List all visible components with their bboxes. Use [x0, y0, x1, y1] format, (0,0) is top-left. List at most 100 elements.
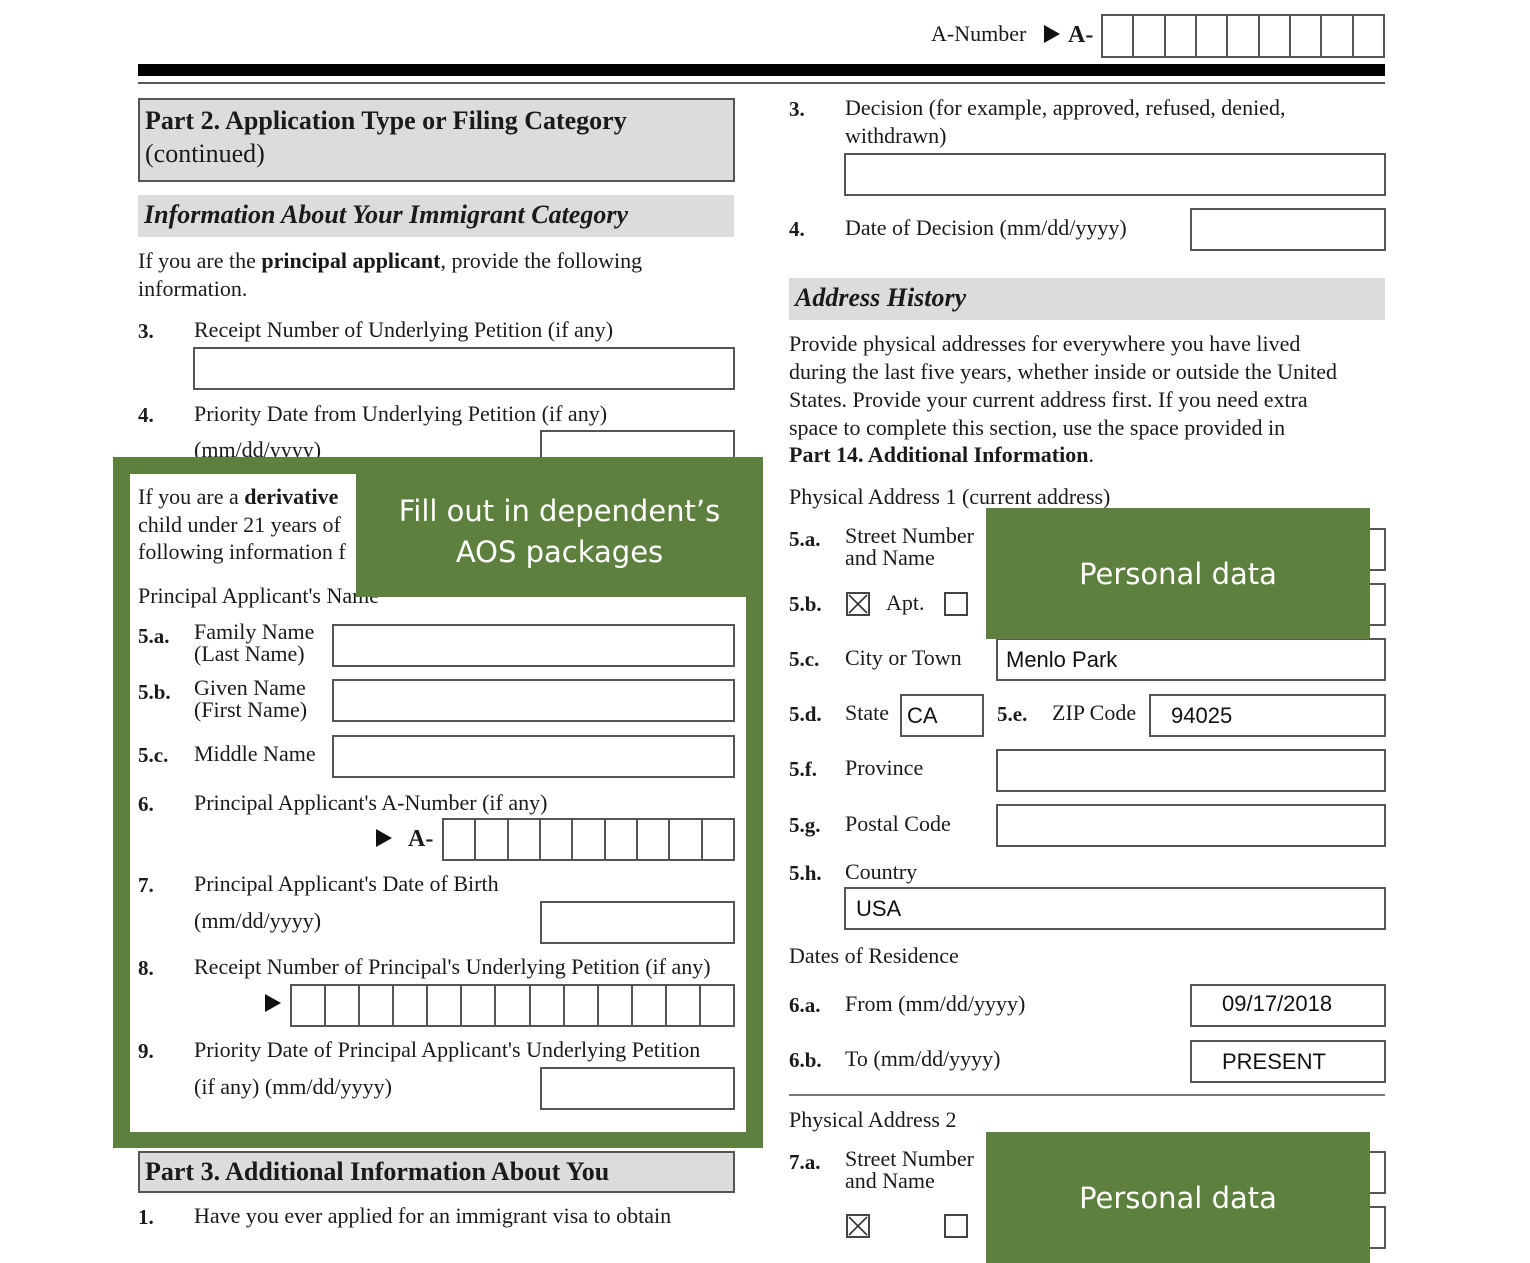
character-cell[interactable]	[573, 820, 606, 859]
family-name-input[interactable]	[332, 624, 735, 667]
address-intro-line: space to complete this section, use the …	[789, 415, 1286, 440]
principal-dob-label: Principal Applicant's Date of Birth	[194, 871, 499, 896]
intro-text: If you are the	[138, 248, 262, 273]
item-number: 6.b.	[789, 1048, 822, 1072]
decision-label: Decision (for example, approved, refused…	[845, 95, 1286, 120]
part14-reference: Part 14. Additional Information	[789, 442, 1089, 467]
character-cell[interactable]	[531, 986, 565, 1025]
address-intro-line: Part 14. Additional Information.	[789, 441, 1094, 469]
character-cell[interactable]	[462, 986, 497, 1025]
character-cell[interactable]	[703, 820, 733, 859]
character-cell[interactable]	[1291, 16, 1323, 56]
character-cell[interactable]	[1197, 16, 1229, 56]
character-cell[interactable]	[1134, 16, 1166, 56]
middle-name-input[interactable]	[332, 735, 735, 778]
address-intro-line: States. Provide your current address fir…	[789, 387, 1308, 412]
apt2-checkbox[interactable]	[846, 1214, 870, 1238]
item-number: 5.b.	[789, 592, 822, 616]
decision-input[interactable]	[844, 153, 1386, 196]
section-header-immigrant-category: Information About Your Immigrant Categor…	[138, 195, 734, 237]
postal-code-input[interactable]	[996, 804, 1386, 847]
given-name-input[interactable]	[332, 679, 735, 722]
apt-checkbox[interactable]	[846, 592, 870, 616]
divider	[789, 1094, 1385, 1096]
character-cell[interactable]	[638, 820, 671, 859]
from-date-label: From (mm/dd/yyyy)	[845, 991, 1026, 1016]
principal-priority-date-input[interactable]	[540, 1067, 735, 1110]
item-number: 9.	[138, 1039, 154, 1063]
item-number: 1.	[138, 1205, 154, 1229]
label-line: Given Name	[194, 675, 306, 700]
item-number: 5.a.	[138, 624, 170, 648]
a-number-input[interactable]	[1101, 14, 1385, 58]
province-label: Province	[845, 755, 924, 780]
zip-label: ZIP Code	[1052, 700, 1137, 725]
intro-bold: derivative	[244, 484, 339, 509]
character-cell[interactable]	[428, 986, 463, 1025]
character-cell[interactable]	[599, 986, 633, 1025]
arrow-right-icon	[265, 994, 281, 1012]
character-cell[interactable]	[1228, 16, 1260, 56]
checkbox-x-icon	[848, 594, 868, 614]
character-cell[interactable]	[1260, 16, 1291, 56]
zip-input[interactable]: 94025	[1149, 694, 1386, 737]
country-input[interactable]: USA	[844, 887, 1386, 930]
character-cell[interactable]	[670, 820, 703, 859]
intro-text: If you are a	[138, 484, 245, 509]
character-cell[interactable]	[565, 986, 599, 1025]
a-prefix: A-	[408, 826, 434, 852]
item-number: 4.	[789, 217, 805, 241]
ste-checkbox[interactable]	[944, 592, 968, 616]
character-cell[interactable]	[633, 986, 667, 1025]
label-line: (First Name)	[194, 697, 308, 722]
principal-priority-date-label: Priority Date of Principal Applicant's U…	[194, 1037, 701, 1062]
principal-name-heading: Principal Applicant's Name	[138, 583, 380, 608]
character-cell[interactable]	[701, 986, 733, 1025]
character-cell[interactable]	[444, 820, 477, 859]
item-number: 6.	[138, 792, 154, 816]
address-history-title: Address History	[795, 283, 967, 312]
address2-heading: Physical Address 2	[789, 1107, 957, 1132]
character-cell[interactable]	[667, 986, 701, 1025]
item-number: 5.h.	[789, 861, 822, 885]
street2-label: Street Number and Name	[845, 1148, 974, 1192]
character-cell[interactable]	[496, 986, 531, 1025]
label-line: and Name	[845, 545, 935, 570]
label-line: Street Number	[845, 523, 974, 548]
character-cell[interactable]	[326, 986, 361, 1025]
principal-receipt-input[interactable]	[290, 984, 735, 1027]
item-number: 3.	[789, 97, 805, 121]
personal-data-redaction: Personal data	[986, 508, 1370, 639]
character-cell[interactable]	[1322, 16, 1354, 56]
family-name-label: Family Name (Last Name)	[194, 621, 314, 665]
item-number: 5.g.	[789, 813, 821, 837]
state-label: State	[845, 700, 889, 725]
redaction-label: Personal data	[1079, 1181, 1277, 1215]
label-line: Street Number	[845, 1146, 974, 1171]
country-value: USA	[856, 895, 902, 921]
character-cell[interactable]	[541, 820, 574, 859]
ste2-checkbox[interactable]	[944, 1214, 968, 1238]
item-number: 6.a.	[789, 993, 821, 1017]
a-number-prefix: A-	[1068, 22, 1094, 48]
decision-date-input[interactable]	[1190, 208, 1386, 251]
character-cell[interactable]	[509, 820, 541, 859]
receipt-number-input[interactable]	[193, 347, 735, 390]
province-input[interactable]	[996, 749, 1386, 792]
city-input[interactable]: Menlo Park	[996, 638, 1386, 681]
character-cell[interactable]	[360, 986, 395, 1025]
character-cell[interactable]	[1166, 16, 1197, 56]
to-date-input[interactable]: PRESENT	[1190, 1040, 1386, 1083]
from-date-input[interactable]: 09/17/2018	[1190, 984, 1386, 1027]
character-cell[interactable]	[292, 986, 327, 1025]
state-input[interactable]: CA	[900, 694, 984, 737]
character-cell[interactable]	[394, 986, 429, 1025]
principal-a-number-input[interactable]	[442, 818, 735, 861]
redaction-label: Personal data	[1079, 557, 1277, 591]
character-cell[interactable]	[1103, 16, 1135, 56]
character-cell[interactable]	[1354, 16, 1383, 56]
address1-heading: Physical Address 1 (current address)	[789, 484, 1111, 509]
character-cell[interactable]	[476, 820, 509, 859]
character-cell[interactable]	[606, 820, 638, 859]
principal-dob-input[interactable]	[540, 901, 735, 944]
